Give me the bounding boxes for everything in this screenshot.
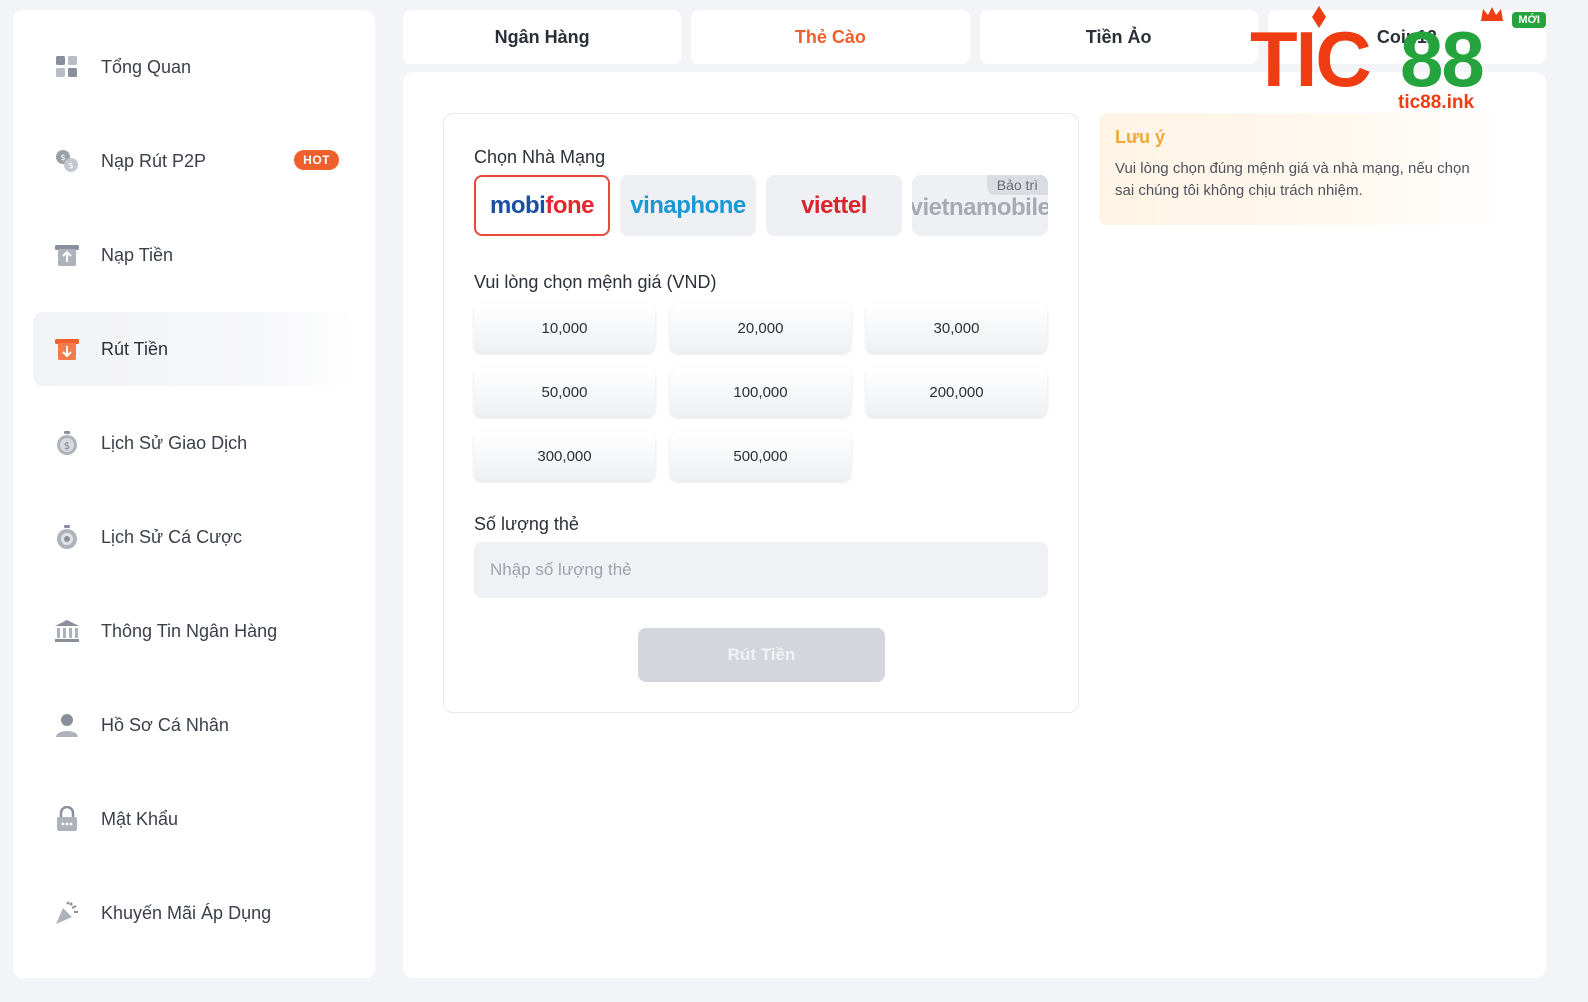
deposit-icon [53, 241, 81, 269]
main-panel: Chọn Nhà Mạng mobifone vinaphone viettel… [403, 72, 1546, 978]
sidebar-item-label: Hồ Sơ Cá Nhân [101, 714, 229, 735]
withdraw-submit-button[interactable]: Rút Tiền [638, 628, 885, 682]
sidebar-item-label: Thông Tin Ngân Hàng [101, 620, 278, 641]
sidebar-item-p2p[interactable]: $ $ Nạp Rút P2P HOT [33, 124, 355, 198]
denomination-label: Vui lòng chọn mệnh giá (VND) [474, 272, 717, 292]
sidebar-item-overview[interactable]: Tổng Quan [33, 30, 355, 104]
sidebar: Tổng Quan $ $ Nạp Rút P2P HOT Nạp Tiền Rú… [13, 10, 375, 978]
denomination-option[interactable]: 300,000 [474, 432, 655, 481]
sidebar-item-password[interactable]: Mật Khẩu [33, 782, 355, 856]
sidebar-item-label: Rút Tiền [101, 338, 169, 359]
brand-logo: TIC 88 MỚI tic88.ink [1248, 6, 1548, 116]
sidebar-item-label: Nạp Rút P2P [101, 150, 207, 171]
user-icon [53, 711, 81, 739]
lock-icon [53, 805, 81, 833]
denomination-option[interactable]: 50,000 [474, 368, 655, 417]
tab-scratch-card[interactable]: Thẻ Cào [691, 10, 970, 64]
bet-history-icon [53, 523, 81, 551]
denomination-option[interactable]: 20,000 [670, 304, 851, 353]
sidebar-item-label: Nạp Tiền [101, 244, 174, 265]
sidebar-item-withdraw[interactable]: Rút Tiền [33, 312, 355, 386]
promotion-icon [53, 899, 81, 927]
coins-exchange-icon: $ $ [53, 147, 81, 175]
brand-name-88: 88 [1400, 15, 1485, 103]
denomination-option[interactable]: 100,000 [670, 368, 851, 417]
vietnamobile-logo: vietnamobile [912, 193, 1048, 221]
brand-name-tic: TIC [1250, 15, 1372, 103]
transaction-history-icon: $ [53, 429, 81, 457]
svg-text:$: $ [60, 153, 65, 162]
carrier-viettel[interactable]: viettel [766, 175, 902, 236]
sidebar-item-bet-history[interactable]: Lịch Sử Cá Cược [33, 500, 355, 574]
denomination-option[interactable]: 200,000 [866, 368, 1047, 417]
card-quantity-input[interactable] [474, 542, 1048, 598]
carrier-vinaphone[interactable]: vinaphone [620, 175, 756, 236]
sidebar-item-label: Lịch Sử Cá Cược [101, 526, 242, 547]
notice-title: Lưu ý [1115, 127, 1166, 147]
denomination-option[interactable]: 10,000 [474, 304, 655, 353]
tab-crypto[interactable]: Tiền Ảo [979, 10, 1258, 64]
svg-text:$: $ [68, 161, 73, 170]
carrier-label: Chọn Nhà Mạng [474, 147, 606, 167]
bank-icon [53, 617, 81, 645]
sidebar-item-transaction-history[interactable]: $ Lịch Sử Giao Dịch [33, 406, 355, 480]
viettel-logo: viettel [801, 191, 867, 219]
tab-bank[interactable]: Ngân Hàng [403, 10, 682, 64]
sidebar-item-label: Lịch Sử Giao Dịch [101, 432, 248, 453]
denomination-option[interactable]: 500,000 [670, 432, 851, 481]
notice-box: Lưu ý Vui lòng chọn đúng mệnh giá và nhà… [1099, 113, 1503, 225]
notice-text: Vui lòng chọn đúng mệnh giá và nhà mạng,… [1115, 160, 1470, 199]
sidebar-item-promotions[interactable]: Khuyến Mãi Áp Dụng [33, 876, 355, 950]
carrier-vietnamobile: Bảo trì vietnamobile [912, 175, 1048, 236]
brand-url: tic88.ink [1398, 92, 1475, 113]
new-badge: MỚI [1512, 12, 1546, 28]
svg-text:$: $ [64, 441, 70, 452]
denomination-option[interactable]: 30,000 [866, 304, 1047, 353]
quantity-label: Số lượng thẻ [474, 514, 579, 534]
sidebar-item-deposit[interactable]: Nạp Tiền [33, 218, 355, 292]
vinaphone-logo: vinaphone [630, 191, 746, 219]
withdraw-card-form: Chọn Nhà Mạng mobifone vinaphone viettel… [443, 113, 1079, 713]
carrier-mobifone[interactable]: mobifone [474, 175, 610, 236]
sidebar-item-label: Mật Khẩu [101, 808, 179, 829]
sidebar-item-label: Khuyến Mãi Áp Dụng [101, 902, 272, 923]
carrier-options: mobifone vinaphone viettel Bảo trì vietn… [474, 175, 1048, 236]
crown-icon [1481, 7, 1503, 21]
hot-badge: HOT [294, 150, 339, 170]
sidebar-item-bank-info[interactable]: Thông Tin Ngân Hàng [33, 594, 355, 668]
maintenance-badge: Bảo trì [986, 175, 1048, 195]
sidebar-item-label: Tổng Quan [101, 56, 192, 77]
mobifone-logo: mobifone [490, 191, 594, 219]
sidebar-item-profile[interactable]: Hồ Sơ Cá Nhân [33, 688, 355, 762]
dashboard-icon [53, 53, 81, 81]
denomination-options: 10,000 20,000 30,000 50,000 100,000 200,… [474, 304, 1048, 481]
withdraw-icon [53, 335, 81, 363]
